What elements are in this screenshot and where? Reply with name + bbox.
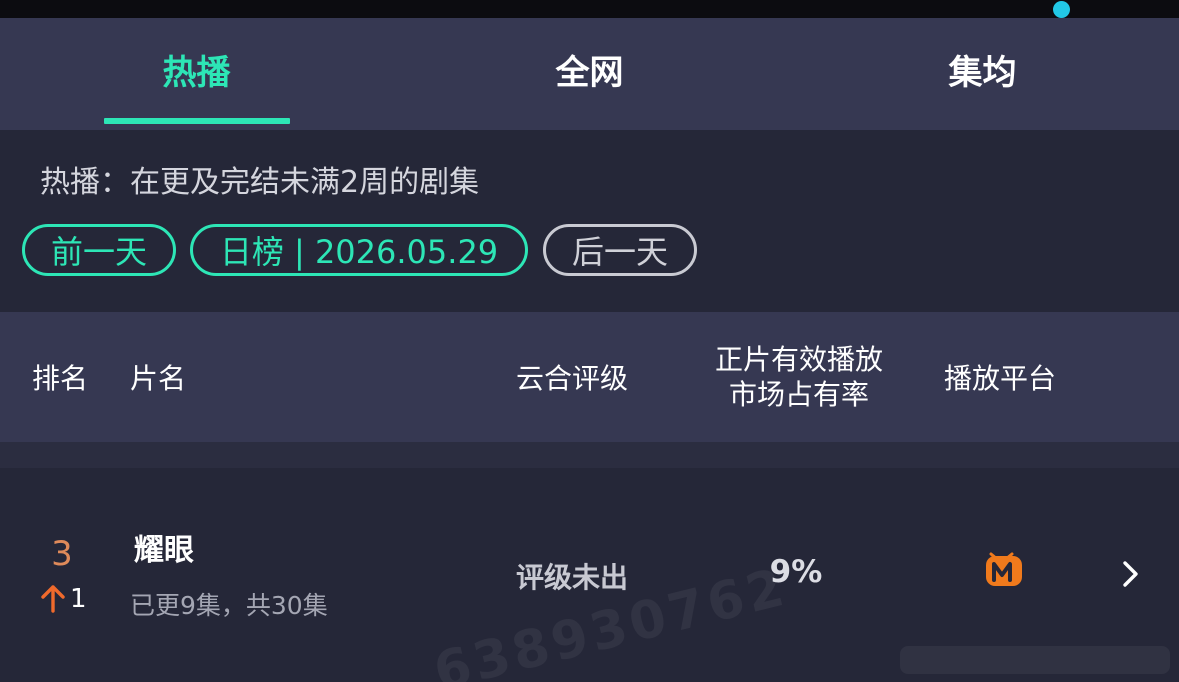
tab-episode-average[interactable]: 集均 xyxy=(786,18,1179,130)
header-rating: 云合评级 xyxy=(516,362,629,395)
tab-hot[interactable]: 热播 xyxy=(0,18,393,130)
rank-number: 3 xyxy=(51,534,73,574)
screen: 热播 全网 集均 热播：在更及完结未满2周的剧集 前一天 日榜 | 2026.0… xyxy=(0,0,1179,682)
header-market-share-line2: 市场占有率 xyxy=(728,378,869,411)
header-market-share: 正片有效播放 市场占有率 xyxy=(706,312,892,442)
arrow-up-icon xyxy=(41,585,65,613)
blurred-watermark xyxy=(900,646,1170,674)
section-gap xyxy=(0,442,1179,468)
status-bar xyxy=(0,0,1179,18)
chevron-right-icon[interactable] xyxy=(1120,558,1142,590)
tab-bar: 热播 全网 集均 xyxy=(0,18,1179,130)
status-dot-icon xyxy=(1053,1,1070,18)
rank-change: 1 xyxy=(40,584,87,614)
rank-change-value: 1 xyxy=(70,584,87,614)
tab-all-network[interactable]: 全网 xyxy=(393,18,786,130)
show-title: 耀眼 xyxy=(134,533,194,568)
table-header: 排名 片名 云合评级 正片有效播放 市场占有率 播放平台 xyxy=(0,312,1179,442)
active-tab-indicator xyxy=(104,118,290,124)
header-platform: 播放平台 xyxy=(944,362,1057,395)
prev-day-button[interactable]: 前一天 xyxy=(22,224,176,276)
rating-value: 评级未出 xyxy=(516,561,629,594)
header-market-share-line1: 正片有效播放 xyxy=(714,343,883,376)
mango-tv-icon xyxy=(986,552,1022,586)
header-rank: 排名 xyxy=(32,362,89,395)
episode-progress: 已更9集，共30集 xyxy=(130,591,328,620)
date-selector[interactable]: 日榜 | 2026.05.29 xyxy=(190,224,528,276)
header-title: 片名 xyxy=(130,362,187,395)
filter-panel: 热播：在更及完结未满2周的剧集 前一天 日榜 | 2026.05.29 后一天 xyxy=(0,130,1179,312)
next-day-button[interactable]: 后一天 xyxy=(543,224,697,276)
hot-definition-note: 热播：在更及完结未满2周的剧集 xyxy=(40,165,480,200)
